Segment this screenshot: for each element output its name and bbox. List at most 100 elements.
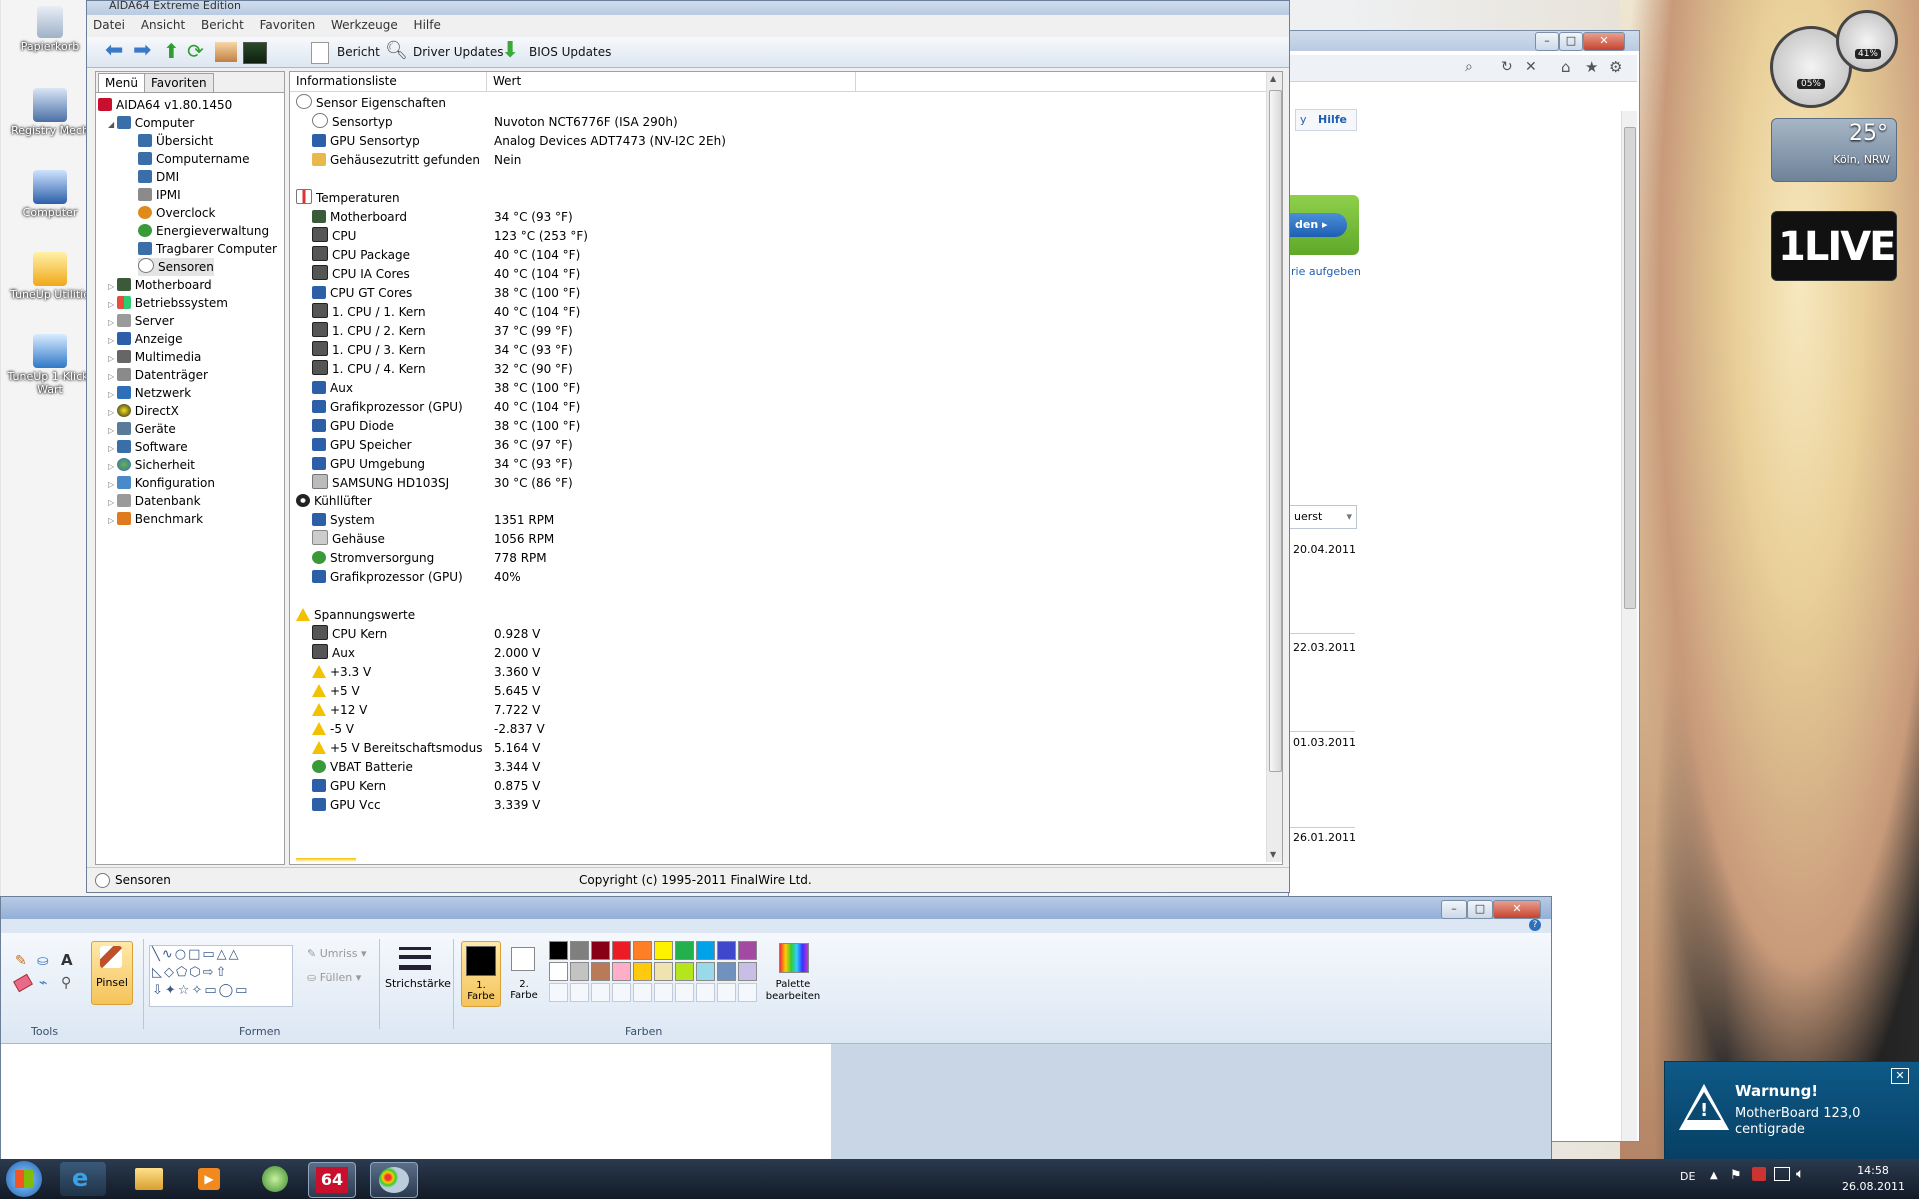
empty-color-swatch[interactable] [654,983,673,1002]
action-center-flag-icon[interactable]: ⚑ [1730,1168,1742,1183]
list-item[interactable]: GPU Sensortyp [312,132,420,151]
tree-item-datenbank[interactable]: ▷ Datenbank [108,492,201,510]
home-icon[interactable]: ⌂ [1561,58,1571,76]
column-header-name[interactable]: Informationsliste [290,72,487,91]
list-item[interactable]: GPU Speicher [312,436,412,455]
color-swatch[interactable] [717,941,736,960]
list-item[interactable]: CPU GT Cores [312,284,412,303]
refresh-icon[interactable]: ↻ [1501,59,1513,75]
minimize-button[interactable]: – [1535,32,1559,51]
empty-color-swatch[interactable] [612,983,631,1002]
fill-button[interactable]: ⛀ Füllen ▾ [307,971,361,984]
color-swatch[interactable] [633,941,652,960]
tree-item-server[interactable]: ▷ Server [108,312,174,330]
list-item[interactable]: +3.3 V [312,663,371,682]
green-action-button[interactable]: den ▸ [1289,213,1347,237]
list-item[interactable]: 1. CPU / 3. Kern [312,341,426,360]
tree-item-datentraeger[interactable]: ▷ Datenträger [108,366,208,384]
color-swatch[interactable] [675,962,694,981]
browser-vertical-scrollbar[interactable] [1621,111,1637,1141]
menu-bericht[interactable]: Bericht [195,15,250,35]
tree-item-konfiguration[interactable]: ▷ Konfiguration [108,474,215,492]
input-language[interactable]: DE [1680,1170,1695,1183]
text-tool-icon[interactable]: A [61,951,73,969]
menu-datei[interactable]: Datei [87,15,131,35]
tab-favorites[interactable]: Favoriten [144,73,214,92]
color-swatch[interactable] [549,962,568,981]
list-item[interactable]: -5 V [312,720,354,739]
list-item[interactable]: Motherboard [312,208,407,227]
list-item[interactable]: Grafikprozessor (GPU) [312,398,463,417]
list-item[interactable]: CPU Kern [312,625,387,644]
browser-nav-prefix[interactable]: y [1300,113,1307,126]
tree-item-computer[interactable]: ◢ Computer [108,114,194,132]
tab-menu[interactable]: Menü [98,73,145,92]
list-item[interactable]: CPU IA Cores [312,265,410,284]
color-picker-icon[interactable]: ⌁ [39,975,47,991]
list-item[interactable]: GPU Vcc [312,796,381,815]
pencil-icon[interactable]: ✎ [15,953,27,969]
desktop-icon-registry-mechanic[interactable]: Registry Mech [0,88,100,137]
clock-date[interactable]: 26.08.2011 [1842,1180,1905,1193]
magnifier-icon[interactable]: ⚲ [61,975,71,991]
empty-color-swatch[interactable] [633,983,652,1002]
radio-gadget[interactable]: 1LIVE [1771,211,1897,281]
close-button[interactable]: ✕ [1583,32,1625,51]
color-swatch[interactable] [696,941,715,960]
close-button[interactable]: ✕ [1493,900,1541,919]
color-swatch[interactable] [654,941,673,960]
tree-item-netzwerk[interactable]: ▷ Netzwerk [108,384,191,402]
color-swatch[interactable] [696,962,715,981]
maximize-button[interactable]: □ [1559,32,1583,51]
tree-item-ipmi[interactable]: IPMI [138,186,181,204]
search-icon[interactable]: ⌕ [1465,59,1473,75]
help-link[interactable]: Hilfe [1318,113,1347,126]
scrollbar-thumb[interactable] [1269,90,1282,772]
scroll-up-arrow-icon[interactable]: ▲ [1270,74,1276,83]
tree-item-sensoren[interactable]: Sensoren [138,258,214,276]
tray-app-icon[interactable] [1752,1167,1766,1181]
shapes-gallery[interactable]: ╲∿○□▭△△ ◺◇⬠⬡⇨⇧ ⇩✦☆✧▭◯▭ [149,945,293,1007]
network-icon[interactable] [1774,1167,1790,1181]
desktop-icon-recycle-bin[interactable]: Papierkorb [0,6,100,53]
empty-color-swatch[interactable] [591,983,610,1002]
tree-item-software[interactable]: ▷ Software [108,438,188,456]
empty-color-swatch[interactable] [549,983,568,1002]
weather-gadget[interactable]: 25° Köln, NRW [1771,118,1897,182]
bios-updates-button[interactable]: BIOS Updates [529,45,611,59]
list-item[interactable]: +12 V [312,701,367,720]
tree-item-betriebssystem[interactable]: ▷ Betriebssystem [108,294,228,312]
color2-button[interactable]: 2. Farbe [505,941,543,1005]
list-item[interactable]: GPU Kern [312,777,386,796]
refresh-icon[interactable]: ⟳ [187,41,209,62]
outline-button[interactable]: ✎ Umriss ▾ [307,947,367,960]
maximize-button[interactable]: □ [1467,900,1493,919]
list-item[interactable]: GPU Diode [312,417,394,436]
clock-time[interactable]: 14:58 [1846,1164,1900,1177]
tree-item-computername[interactable]: Computername [138,150,249,168]
scroll-down-arrow-icon[interactable]: ▼ [1270,850,1276,859]
paint-window[interactable]: – □ ✕ ? ✎ ⛀ A ⌁ ⚲ Tools Pinsel ╲∿○□▭△△ ◺◇… [0,896,1552,1162]
taskbar-internet-explorer[interactable]: e [60,1162,106,1196]
color-swatch[interactable] [654,962,673,981]
side-link[interactable]: rie aufgeben [1291,265,1361,278]
warning-notification[interactable]: ! Warnung! MotherBoard 123,0 centigrade … [1664,1061,1919,1161]
tree-item-geraete[interactable]: ▷ Geräte [108,420,176,438]
list-item[interactable]: +5 V Bereitschaftsmodus [312,739,483,758]
close-icon[interactable]: ✕ [1891,1068,1909,1084]
users-icon[interactable] [215,42,237,62]
tree-item-sicherheit[interactable]: ▷ Sicherheit [108,456,195,474]
list-item[interactable]: +5 V [312,682,360,701]
color-swatch[interactable] [612,962,631,981]
tree-root[interactable]: AIDA64 v1.80.1450 [98,96,232,114]
list-item[interactable]: CPU Package [312,246,410,265]
empty-color-swatch[interactable] [717,983,736,1002]
tree-item-uebersicht[interactable]: Übersicht [138,132,213,150]
eraser-icon[interactable] [13,973,33,993]
aida64-window[interactable]: AIDA64 Extreme Edition Datei Ansicht Ber… [86,0,1290,893]
desktop-icon-computer[interactable]: Computer [0,170,100,219]
tree-item-multimedia[interactable]: ▷ Multimedia [108,348,201,366]
stroke-width-button[interactable]: Strichstärke [385,943,451,1009]
tree-item-directx[interactable]: ▷ DirectX [108,402,179,420]
color-swatch[interactable] [738,941,757,960]
